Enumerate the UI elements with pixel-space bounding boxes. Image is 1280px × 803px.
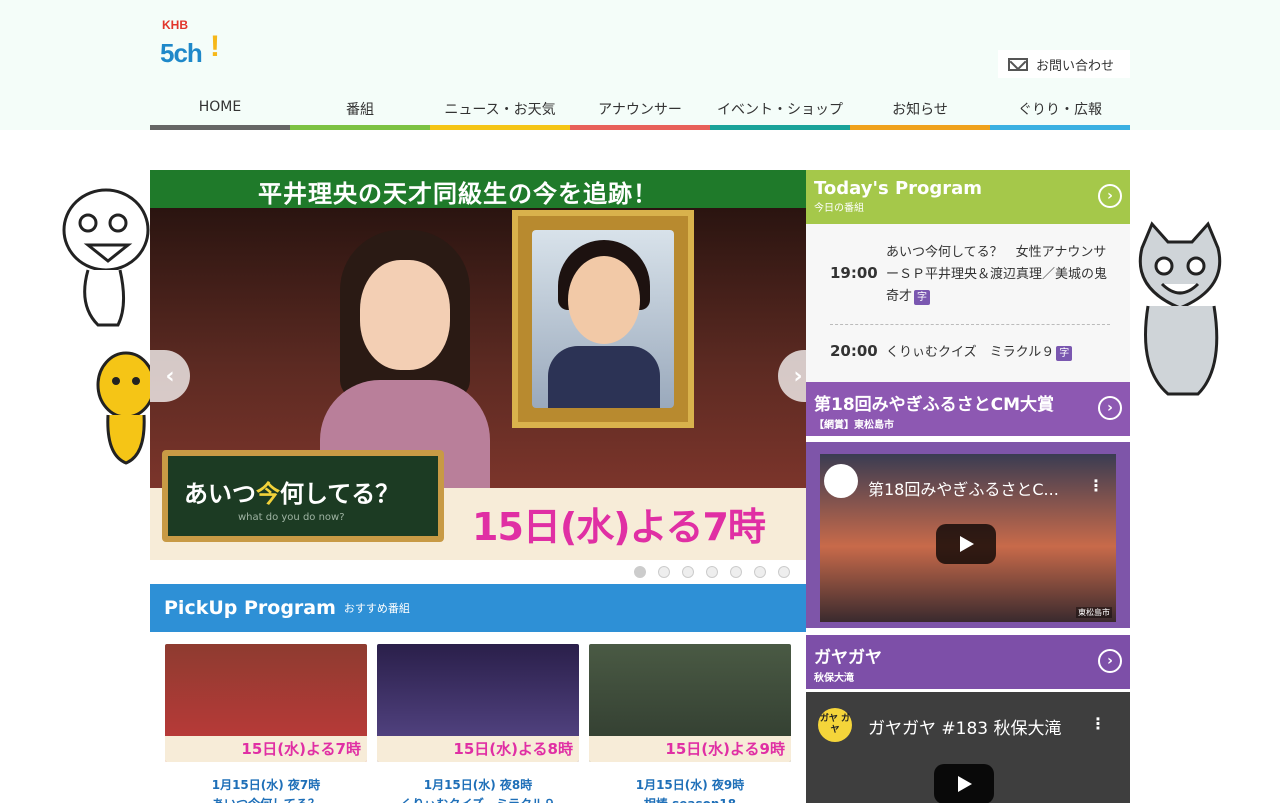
pickup-subtitle: おすすめ番組 (343, 602, 410, 615)
program-title: くりぃむクイズ ミラクル９ 字 (886, 342, 1108, 364)
cm-award-subtitle: 【網賞】東松島市 (814, 420, 894, 431)
board-title-pre: あいつ (184, 480, 256, 508)
hero-show-logo: あいつ今何してる？ what do you do now? (162, 450, 444, 542)
chevron-left-icon: ‹ (165, 363, 175, 389)
subtitle-badge: 字 (1056, 346, 1073, 361)
global-nav: HOME 番組 ニュース・お天気 アナウンサー イベント・ショップ お知らせ ぐ… (150, 96, 1130, 130)
logo-exclaim: ! (210, 30, 220, 63)
pickup-card-date: 15日(水)よる7時 (241, 740, 361, 758)
today-program-header[interactable]: Today's Program 今日の番組 › (806, 170, 1130, 224)
gayagaya-arrow-icon[interactable]: › (1098, 649, 1122, 673)
cm-arrow-icon[interactable]: › (1098, 396, 1122, 420)
play-button-icon[interactable] (934, 764, 994, 803)
more-options-icon[interactable]: ⋮ (1088, 476, 1104, 495)
contact-link[interactable]: お問い合わせ (998, 50, 1130, 78)
slider-dots (150, 560, 806, 584)
channel-logo-icon[interactable] (824, 464, 858, 498)
pickup-card[interactable]: 15日(水)よる7時 1月15日(水) 夜7時 あいつ今何してる？ (165, 644, 367, 803)
nav-announcers[interactable]: アナウンサー (570, 96, 710, 130)
slider-dot-7[interactable] (778, 566, 790, 578)
video-credit: 東松島市 (1076, 607, 1112, 618)
program-time: 20:00 (830, 342, 878, 360)
program-divider (830, 324, 1110, 325)
gayagaya-header[interactable]: ガヤガヤ 秋保大滝 › (806, 635, 1130, 689)
slider-dot-6[interactable] (754, 566, 766, 578)
pickup-card-thumbnail[interactable]: 15日(水)よる7時 (165, 644, 367, 762)
board-subtitle: what do you do now? (238, 512, 345, 523)
hero-date: 15日(水)よる7時 (472, 505, 766, 549)
nav-events-shop[interactable]: イベント・ショップ (710, 96, 850, 130)
pickup-title: PickUp Program (164, 597, 336, 619)
nav-notices[interactable]: お知らせ (850, 96, 990, 130)
cm-video-panel: 第18回みやぎふるさとC... ⋮ 東松島市 (806, 442, 1130, 628)
mascot-white-cat-icon (62, 188, 150, 327)
pickup-card-title[interactable]: あいつ今何してる？ (165, 795, 367, 803)
pickup-card[interactable]: 15日(水)よる9時 1月15日(水) 夜9時 相棒 season18 (589, 644, 791, 803)
program-title: あいつ今何してる？ 女性アナウンサーＳＰ平井理央＆渡辺真理／美城の鬼奇才字 (886, 245, 1108, 305)
hero-title: 平井理央の天才同級生の今を追跡！ (150, 170, 806, 208)
slider-dot-2[interactable] (658, 566, 670, 578)
subtitle-badge: 字 (914, 290, 931, 305)
pickup-card-title[interactable]: くりぃむクイズ ミラクル９ (377, 795, 579, 803)
gayagaya-video-title[interactable]: ガヤガヤ #183 秋保大滝 (868, 714, 1062, 739)
program-row[interactable]: 20:00 くりぃむクイズ ミラクル９ 字 (830, 342, 1108, 364)
nav-news-weather[interactable]: ニュース・お天気 (430, 96, 570, 130)
pickup-card-time[interactable]: 1月15日(水) 夜7時 (165, 776, 367, 793)
today-arrow-icon[interactable]: › (1098, 184, 1122, 208)
today-subtitle: 今日の番組 (814, 203, 864, 214)
mascot-gray-cat-icon (1138, 221, 1222, 396)
pickup-card-time[interactable]: 1月15日(水) 夜9時 (589, 776, 791, 793)
slider-dot-5[interactable] (730, 566, 742, 578)
board-title-post: 何してる？ (280, 480, 400, 508)
mail-icon (1008, 57, 1028, 71)
today-program-list: 19:00 あいつ今何してる？ 女性アナウンサーＳＰ平井理央＆渡辺真理／美城の鬼… (806, 224, 1130, 382)
pickup-header: PickUp Program おすすめ番組 (150, 584, 806, 632)
cm-award-header[interactable]: 第18回みやぎふるさとCM大賞 【網賞】東松島市 › (806, 382, 1130, 436)
hero-portrait-frame (512, 210, 694, 428)
pickup-card-date: 15日(水)よる9時 (665, 740, 785, 758)
cm-video-title[interactable]: 第18回みやぎふるさとC... (868, 476, 1059, 500)
pickup-card-date: 15日(水)よる8時 (453, 740, 573, 758)
slider-dot-1[interactable] (634, 566, 646, 578)
slider-dot-3[interactable] (682, 566, 694, 578)
hero-slider[interactable]: 平井理央の天才同級生の今を追跡！ あいつ今何してる？ what do you d… (150, 170, 806, 560)
gayagaya-subtitle: 秋保大滝 (814, 673, 854, 684)
program-row[interactable]: 19:00 あいつ今何してる？ 女性アナウンサーＳＰ平井理央＆渡辺真理／美城の鬼… (830, 242, 1108, 308)
gayagaya-logo-icon[interactable]: ガヤ ガヤ (818, 708, 852, 742)
pickup-list: 15日(水)よる7時 1月15日(水) 夜7時 あいつ今何してる？ 15日(水)… (150, 632, 806, 803)
logo-khb-text: KHB (162, 18, 188, 32)
pickup-card-thumbnail[interactable]: 15日(水)よる8時 (377, 644, 579, 762)
board-title-mid: 今 (256, 480, 280, 508)
nav-programs[interactable]: 番組 (290, 96, 430, 130)
gayagaya-video-player[interactable]: ガヤ ガヤ ガヤガヤ #183 秋保大滝 ⋮ (806, 692, 1130, 803)
pickup-card-title[interactable]: 相棒 season18 (589, 795, 791, 803)
gayagaya-title: ガヤガヤ (814, 648, 882, 668)
pickup-card-time[interactable]: 1月15日(水) 夜8時 (377, 776, 579, 793)
program-time: 19:00 (830, 264, 878, 282)
chevron-right-icon: › (793, 363, 803, 389)
more-options-icon[interactable]: ⋮ (1090, 714, 1106, 733)
hero-portrait-photo (532, 230, 674, 408)
pickup-card[interactable]: 15日(水)よる8時 1月15日(水) 夜8時 くりぃむクイズ ミラクル９ (377, 644, 579, 803)
contact-label: お問い合わせ (1036, 58, 1115, 74)
pickup-card-thumbnail[interactable]: 15日(水)よる9時 (589, 644, 791, 762)
mascot-yellow-cat-icon (96, 351, 156, 465)
cm-video-player[interactable]: 第18回みやぎふるさとC... ⋮ 東松島市 (820, 454, 1116, 622)
nav-home[interactable]: HOME (150, 96, 290, 130)
today-title: Today's Program (814, 178, 983, 199)
play-button-icon[interactable] (936, 524, 996, 564)
logo-5ch-text: 5ch (160, 38, 203, 68)
khb-5ch-logo[interactable]: KHB 5ch ! (160, 14, 232, 72)
cm-award-title: 第18回みやぎふるさとCM大賞 (814, 395, 1055, 415)
nav-gururi-pr[interactable]: ぐりり・広報 (990, 96, 1130, 130)
slider-dot-4[interactable] (706, 566, 718, 578)
